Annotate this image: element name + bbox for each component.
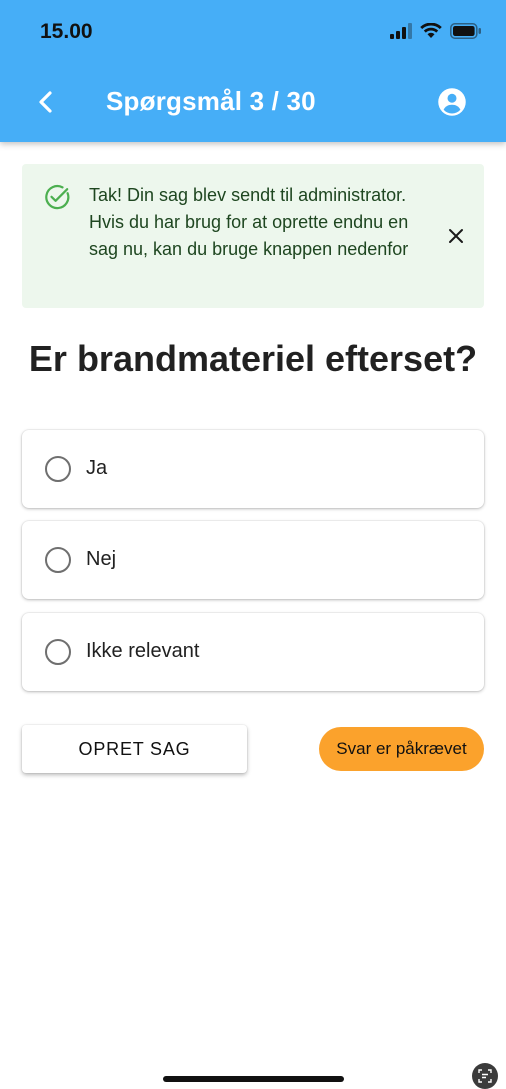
page-title: Spørgsmål 3 / 30 [106, 86, 316, 116]
option-ja[interactable]: Ja [22, 430, 484, 508]
status-icons [390, 23, 482, 39]
option-nej[interactable]: Nej [22, 521, 484, 599]
question-title: Er brandmateriel efterset? [28, 338, 478, 379]
radio-button[interactable] [45, 639, 71, 665]
alert-message: Tak! Din sag blev sendt til administrato… [89, 185, 409, 259]
create-case-button[interactable]: OPRET SAG [22, 725, 247, 773]
account-circle-icon [438, 88, 466, 116]
wifi-icon [420, 23, 442, 38]
radio-button[interactable] [45, 456, 71, 482]
alert-close-button[interactable] [444, 224, 468, 248]
option-label: Ikke relevant [86, 640, 200, 662]
status-time: 15.00 [40, 20, 93, 43]
option-ikke-relevant[interactable]: Ikke relevant [22, 613, 484, 691]
option-label: Ja [86, 457, 108, 479]
home-indicator[interactable] [163, 1076, 344, 1082]
app-bar: 15.00 Spørgsmål 3 / 30 [0, 0, 506, 142]
check-circle-outline-icon [45, 185, 70, 210]
account-button[interactable] [434, 84, 470, 120]
back-button[interactable] [28, 84, 64, 120]
option-label: Nej [86, 548, 117, 570]
success-alert: Tak! Din sag blev sendt til administrato… [22, 164, 484, 308]
radio-button[interactable] [45, 547, 71, 573]
chevron-left-icon [39, 91, 52, 113]
battery-icon [450, 23, 481, 39]
close-icon [449, 229, 463, 243]
scan-text-icon [478, 1069, 492, 1083]
answer-required-button[interactable]: Svar er påkrævet [319, 727, 484, 771]
scan-text-button[interactable] [472, 1063, 498, 1089]
cellular-signal-icon [390, 23, 412, 39]
